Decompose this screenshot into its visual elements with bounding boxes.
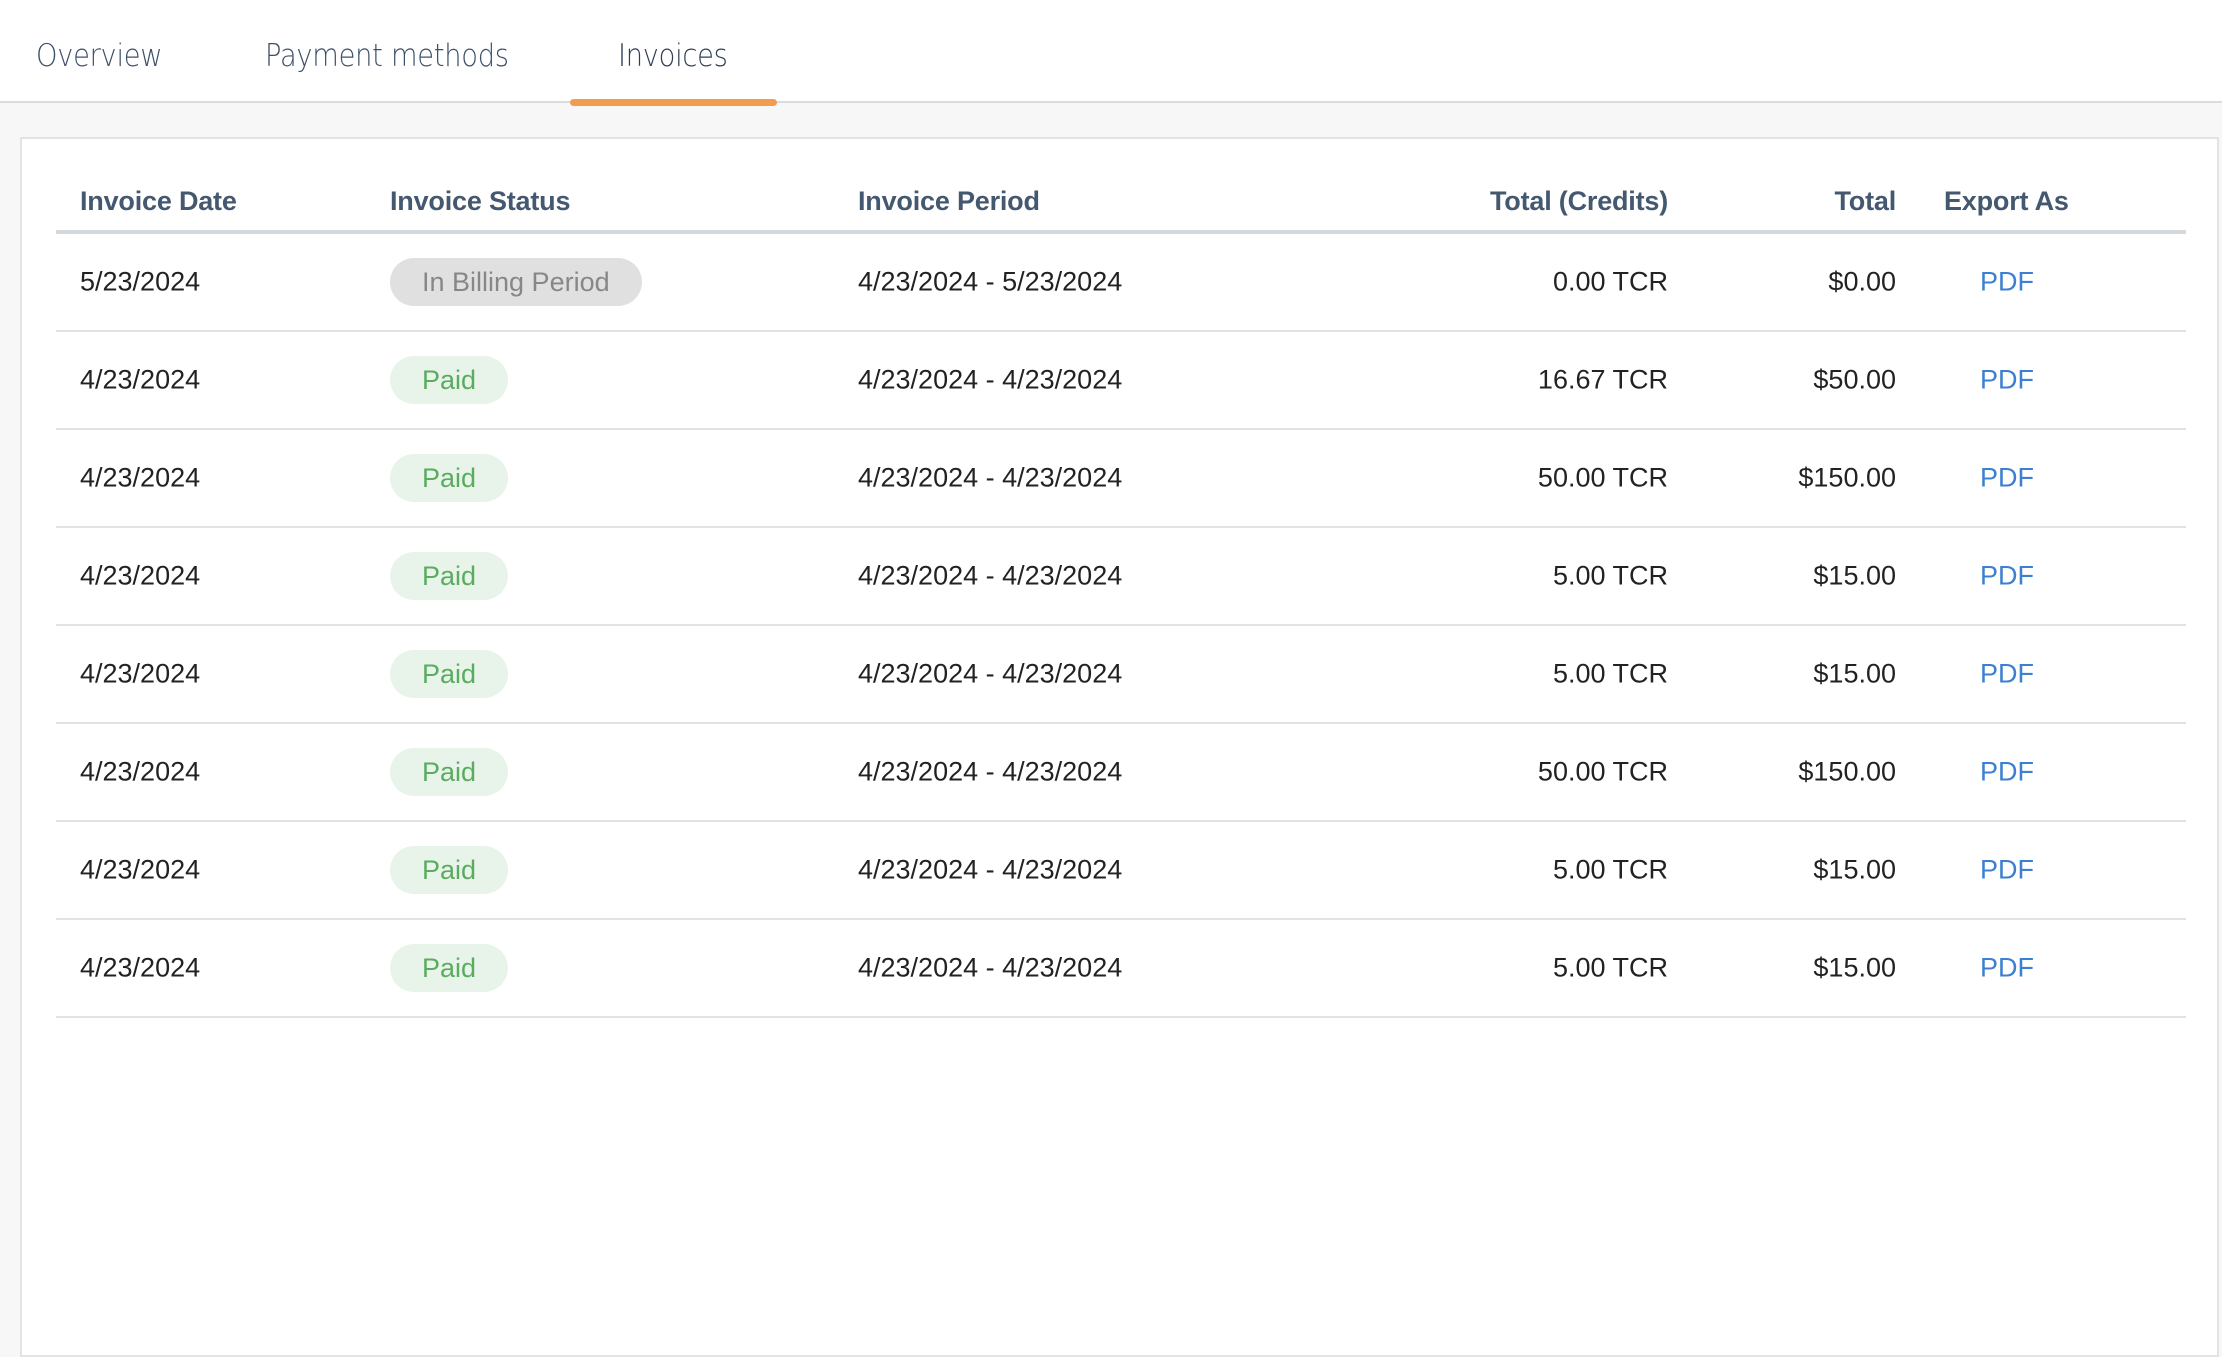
invoice-period: 4/23/2024 - 4/23/2024 [858,854,1123,885]
invoice-status-cell: In Billing Period [390,258,642,306]
invoice-status-cell: Paid [390,944,509,992]
invoice-date: 4/23/2024 [80,462,201,493]
export-pdf-link[interactable]: PDF [1980,659,2034,690]
invoice-period: 4/23/2024 - 4/23/2024 [858,658,1123,689]
total-credits: 5.00 TCR [1552,952,1668,983]
total-amount: $15.00 [1813,854,1896,885]
header-total-credits: Total (Credits) [1490,186,1668,216]
total-amount: $50.00 [1813,364,1896,395]
table-row: 4/23/2024 Paid 4/23/2024 - 4/23/2024 5.0… [56,626,2186,724]
table-body: 5/23/2024 In Billing Period 4/23/2024 - … [56,234,2186,1018]
total-credits: 5.00 TCR [1552,854,1668,885]
table-row: 4/23/2024 Paid 4/23/2024 - 4/23/2024 16.… [56,332,2186,430]
export-pdf-link[interactable]: PDF [1980,561,2034,592]
status-badge: Paid [390,454,509,502]
status-badge: Paid [390,846,509,894]
active-tab-indicator [570,99,777,106]
table-row: 4/23/2024 Paid 4/23/2024 - 4/23/2024 5.0… [56,822,2186,920]
total-amount: $15.00 [1813,952,1896,983]
table-row: 4/23/2024 Paid 4/23/2024 - 4/23/2024 50.… [56,724,2186,822]
total-amount: $15.00 [1813,658,1896,689]
status-badge: Paid [390,748,509,796]
tab-overview[interactable]: Overview [36,38,163,88]
invoice-period: 4/23/2024 - 4/23/2024 [858,756,1123,787]
invoice-status-cell: Paid [390,846,509,894]
total-amount: $15.00 [1813,560,1896,591]
table-row: 4/23/2024 Paid 4/23/2024 - 4/23/2024 50.… [56,430,2186,528]
invoice-date: 4/23/2024 [80,854,201,885]
invoice-date: 4/23/2024 [80,560,201,591]
invoice-date: 5/23/2024 [80,266,201,297]
status-badge: Paid [390,944,509,992]
table-row: 5/23/2024 In Billing Period 4/23/2024 - … [56,234,2186,332]
header-export-as: Export As [1944,186,2069,216]
total-credits: 5.00 TCR [1552,560,1668,591]
export-pdf-link[interactable]: PDF [1980,855,2034,886]
export-pdf-link[interactable]: PDF [1980,365,2034,396]
invoices-panel: Invoice Date Invoice Status Invoice Peri… [20,137,2219,1357]
header-total: Total [1834,186,1897,216]
total-credits: 0.00 TCR [1552,266,1668,297]
status-badge: Paid [390,552,509,600]
invoice-date: 4/23/2024 [80,756,201,787]
export-pdf-link[interactable]: PDF [1980,463,2034,494]
total-credits: 5.00 TCR [1552,658,1668,689]
invoice-status-cell: Paid [390,356,509,404]
export-pdf-link[interactable]: PDF [1980,757,2034,788]
export-pdf-link[interactable]: PDF [1980,953,2034,984]
invoice-period: 4/23/2024 - 4/23/2024 [858,560,1123,591]
invoice-period: 4/23/2024 - 4/23/2024 [858,364,1123,395]
invoice-period: 4/23/2024 - 4/23/2024 [858,462,1123,493]
status-badge: Paid [390,650,509,698]
total-credits: 16.67 TCR [1537,364,1668,395]
status-badge: Paid [390,356,509,404]
tab-invoices[interactable]: Invoices [618,38,728,88]
status-badge: In Billing Period [390,258,642,306]
header-invoice-date: Invoice Date [80,186,237,216]
invoice-status-cell: Paid [390,748,509,796]
tab-payment-methods[interactable]: Payment methods [265,38,509,88]
header-invoice-period: Invoice Period [858,186,1040,216]
invoice-status-cell: Paid [390,552,509,600]
invoice-period: 4/23/2024 - 4/23/2024 [858,952,1123,983]
total-amount: $150.00 [1798,462,1896,493]
export-pdf-link[interactable]: PDF [1980,267,2034,298]
invoice-status-cell: Paid [390,454,509,502]
invoice-date: 4/23/2024 [80,658,201,689]
total-amount: $150.00 [1798,756,1896,787]
invoice-date: 4/23/2024 [80,952,201,983]
total-credits: 50.00 TCR [1537,462,1668,493]
invoice-date: 4/23/2024 [80,364,201,395]
invoices-table: Invoice Date Invoice Status Invoice Peri… [56,139,2186,1018]
table-row: 4/23/2024 Paid 4/23/2024 - 4/23/2024 5.0… [56,920,2186,1018]
header-invoice-status: Invoice Status [390,186,571,216]
table-row: 4/23/2024 Paid 4/23/2024 - 4/23/2024 5.0… [56,528,2186,626]
invoice-period: 4/23/2024 - 5/23/2024 [858,266,1123,297]
tab-bar: Overview Payment methods Invoices [0,0,2222,106]
invoice-status-cell: Paid [390,650,509,698]
total-credits: 50.00 TCR [1537,756,1668,787]
table-header: Invoice Date Invoice Status Invoice Peri… [56,139,2186,234]
total-amount: $0.00 [1828,266,1896,297]
